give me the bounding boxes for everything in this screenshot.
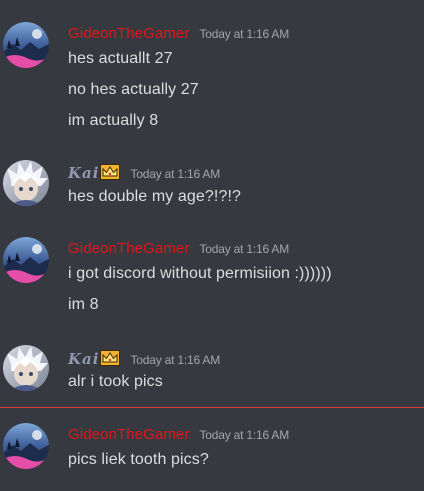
- user-avatar[interactable]: [3, 345, 49, 391]
- user-avatar[interactable]: [3, 22, 49, 68]
- message-text: no hes actually 27: [68, 81, 199, 98]
- message-header: Kai Today at 1:16 AM: [68, 348, 220, 369]
- username[interactable]: GideonTheGamer: [68, 240, 189, 257]
- message-text: pics liek tooth pics?: [68, 451, 209, 468]
- kai-avatar-icon: [3, 160, 49, 206]
- gideon-avatar-icon: [3, 22, 49, 68]
- message-group: GideonTheGamer Today at 1:16 AM hes actu…: [0, 0, 424, 150]
- username[interactable]: GideonTheGamer: [68, 25, 189, 42]
- message-text: im 8: [68, 296, 99, 313]
- gideon-avatar-icon: [3, 423, 49, 469]
- crown-icon: [100, 350, 121, 371]
- username[interactable]: Kai: [68, 164, 99, 182]
- message-header: GideonTheGamer Today at 1:16 AM: [68, 240, 289, 257]
- timestamp[interactable]: Today at 1:16 AM: [130, 353, 220, 367]
- message-text: alr i took pics: [68, 373, 163, 390]
- username[interactable]: GideonTheGamer: [68, 426, 189, 443]
- message-text: im actually 8: [68, 112, 159, 129]
- new-messages-divider: [0, 407, 424, 408]
- message-header: GideonTheGamer Today at 1:16 AM: [68, 426, 289, 443]
- crown-icon: [100, 164, 121, 185]
- message-header: Kai Today at 1:16 AM: [68, 162, 220, 183]
- timestamp[interactable]: Today at 1:16 AM: [199, 428, 289, 442]
- message-list: GideonTheGamer Today at 1:16 AM hes actu…: [0, 0, 424, 491]
- user-avatar[interactable]: [3, 423, 49, 469]
- username[interactable]: Kai: [68, 350, 99, 368]
- timestamp[interactable]: Today at 1:16 AM: [199, 242, 289, 256]
- gideon-avatar-icon: [3, 237, 49, 283]
- message-text: hes double my age?!?!?: [68, 188, 241, 205]
- message-text: hes actuallt 27: [68, 50, 173, 67]
- message-header: GideonTheGamer Today at 1:16 AM: [68, 25, 289, 42]
- timestamp[interactable]: Today at 1:16 AM: [130, 167, 220, 181]
- user-avatar[interactable]: [3, 237, 49, 283]
- message-text: i got discord without permisiion :)))))): [68, 265, 332, 282]
- timestamp[interactable]: Today at 1:16 AM: [199, 27, 289, 41]
- user-avatar[interactable]: [3, 160, 49, 206]
- kai-avatar-icon: [3, 345, 49, 391]
